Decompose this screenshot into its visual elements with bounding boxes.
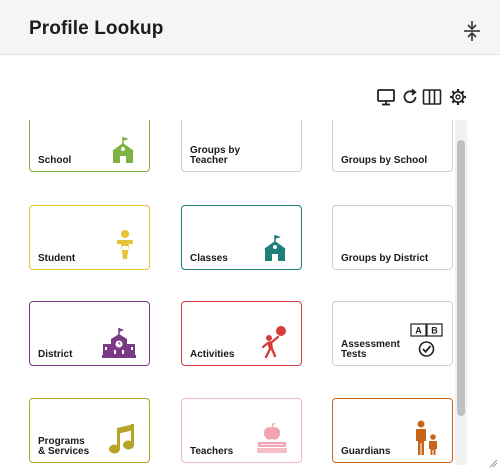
scrollbar-thumb[interactable]	[457, 140, 465, 416]
tile-label: Groups by Teacher	[190, 145, 241, 166]
vertical-scrollbar[interactable]	[455, 120, 467, 465]
tile-district[interactable]: District	[29, 301, 150, 366]
school-building-icon	[264, 235, 286, 261]
tile-guardians[interactable]: Guardians	[332, 398, 453, 463]
tile-groups-by-school[interactable]: Groups by School	[332, 120, 453, 172]
tile-teachers[interactable]: Teachers	[181, 398, 302, 463]
tile-label: Assessment Tests	[341, 339, 400, 360]
school-building-icon	[112, 137, 134, 163]
tile-label: Student	[38, 253, 76, 264]
collapse-icon[interactable]	[462, 20, 482, 42]
resize-grip-icon[interactable]	[488, 458, 498, 468]
page-title: Profile Lookup	[29, 18, 164, 39]
tile-label: Programs & Services	[38, 436, 90, 457]
ball-player-icon	[261, 326, 286, 359]
panel-header: Profile Lookup	[0, 0, 500, 55]
parent-child-icon	[416, 420, 437, 455]
tile-student[interactable]: Student	[29, 205, 150, 270]
tile-label: Activities	[190, 349, 235, 360]
apple-books-icon	[257, 422, 287, 453]
toolbar	[376, 87, 470, 107]
tile-label: School	[38, 155, 72, 166]
music-note-icon	[109, 424, 134, 454]
columns-icon[interactable]	[422, 87, 442, 107]
tile-classes[interactable]: Classes	[181, 205, 302, 270]
assessment-ab-check-icon: A B	[410, 323, 443, 357]
monitor-icon[interactable]	[376, 87, 396, 107]
assessment-b-letter: B	[431, 326, 438, 336]
tile-activities[interactable]: Activities	[181, 301, 302, 366]
tile-label: Guardians	[341, 446, 391, 457]
tile-label: Groups by School	[341, 155, 428, 166]
refresh-icon[interactable]	[400, 87, 420, 107]
tile-label: Classes	[190, 253, 228, 264]
tile-grid: School Groups by Teacher Groups by Schoo…	[0, 120, 455, 465]
gear-icon[interactable]	[448, 87, 468, 107]
student-figure-icon	[117, 230, 133, 259]
tile-programs-services[interactable]: Programs & Services	[29, 398, 150, 463]
district-building-icon	[102, 328, 136, 358]
tile-label: Groups by District	[341, 253, 429, 264]
tile-groups-by-district[interactable]: Groups by District	[332, 205, 453, 270]
tile-assessment-tests[interactable]: Assessment Tests A B	[332, 301, 453, 366]
assessment-a-letter: A	[415, 326, 422, 336]
tile-groups-by-teacher[interactable]: Groups by Teacher	[181, 120, 302, 172]
tile-school[interactable]: School	[29, 120, 150, 172]
